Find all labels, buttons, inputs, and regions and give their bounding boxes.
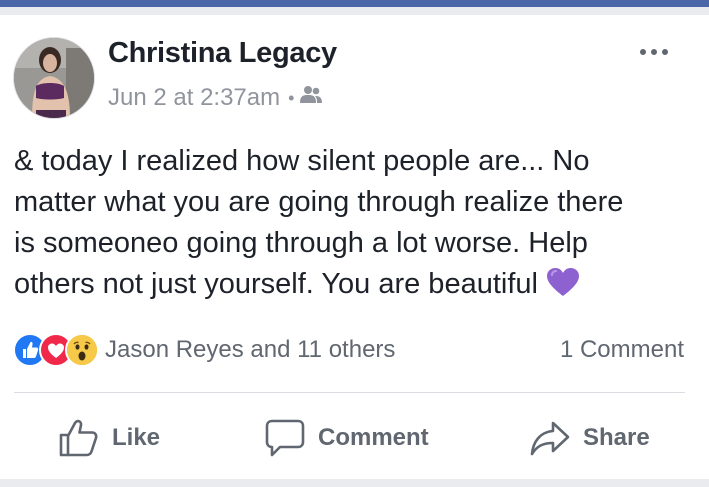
- like-button[interactable]: Like: [58, 415, 160, 461]
- more-dot: [662, 49, 668, 55]
- comment-button[interactable]: Comment: [264, 415, 429, 461]
- post-meta: Jun 2 at 2:37am •: [108, 83, 323, 113]
- more-dot: [640, 49, 646, 55]
- share-label: Share: [583, 424, 650, 451]
- friends-icon[interactable]: [300, 84, 323, 112]
- thumbs-up-icon: [58, 418, 100, 458]
- purple-heart-icon: [546, 267, 580, 309]
- share-arrow-icon: [529, 418, 571, 458]
- author-name[interactable]: Christina Legacy: [108, 37, 337, 70]
- top-accent-bar: [0, 0, 709, 7]
- wow-icon: [65, 333, 99, 367]
- more-options-icon[interactable]: [634, 40, 674, 64]
- more-dot: [651, 49, 657, 55]
- post-body: & today I realized how silent people are…: [14, 141, 704, 309]
- like-label: Like: [112, 424, 161, 451]
- avatar-photo: [14, 38, 94, 118]
- speech-bubble-icon: [264, 418, 306, 458]
- comment-count[interactable]: 1 Comment: [560, 336, 684, 364]
- post-text: & today I realized how silent people are…: [14, 145, 624, 300]
- share-button[interactable]: Share: [529, 415, 650, 461]
- reactions-label[interactable]: Jason Reyes and 11 others: [105, 336, 395, 364]
- actions-divider: [14, 392, 685, 393]
- post-timestamp[interactable]: Jun 2 at 2:37am: [108, 84, 280, 112]
- meta-separator: •: [288, 87, 295, 108]
- reactions-summary[interactable]: Jason Reyes and 11 others: [13, 333, 395, 367]
- author-avatar[interactable]: [13, 37, 95, 119]
- comment-label: Comment: [318, 424, 429, 451]
- feed-gap-top: [0, 7, 709, 15]
- feed-gap-bottom: [0, 479, 709, 487]
